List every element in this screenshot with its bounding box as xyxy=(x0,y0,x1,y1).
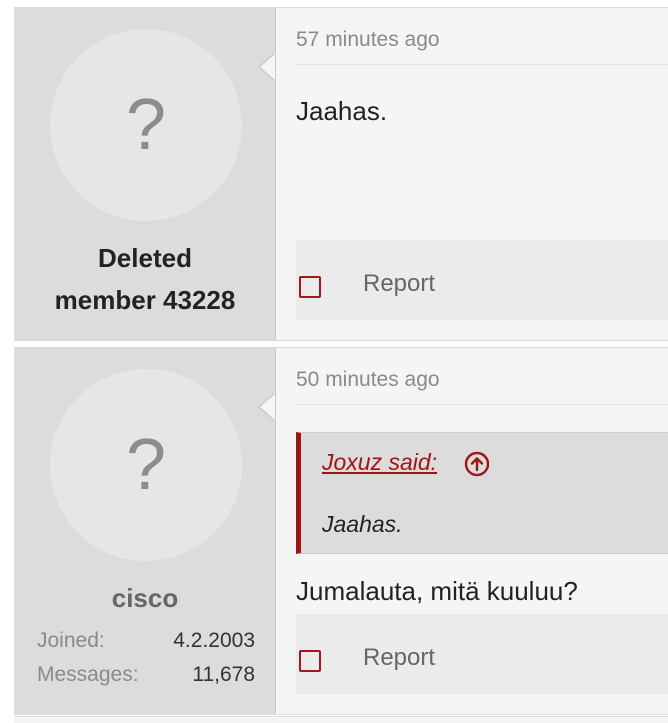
post-footer: Report xyxy=(296,240,668,320)
post-content: 50 minutes ago Joxuz said: Jaahas. Jumal… xyxy=(296,348,668,714)
message-post: ? Deleted member 43228 57 minutes ago Ja… xyxy=(14,7,668,341)
stat-value: 11,678 xyxy=(192,663,255,686)
user-info-panel: ? Deleted member 43228 xyxy=(15,8,276,340)
message-body: Jumalauta, mitä kuuluu? xyxy=(296,576,578,606)
post-date[interactable]: 57 minutes ago xyxy=(296,28,668,65)
quote-block: Joxuz said: Jaahas. xyxy=(296,432,668,554)
stat-joined: Joined: 4.2.2003 xyxy=(37,624,255,658)
select-post-checkbox[interactable] xyxy=(299,276,321,298)
avatar-placeholder-icon: ? xyxy=(125,425,167,505)
stat-messages: Messages: 11,678 xyxy=(37,658,255,692)
quote-text: Jaahas. xyxy=(322,511,403,537)
stat-label: Messages: xyxy=(37,663,139,686)
post-content: 57 minutes ago Jaahas. Report xyxy=(296,8,668,340)
report-link[interactable]: Report xyxy=(363,270,435,298)
post-footer: Report xyxy=(296,614,668,694)
username[interactable]: cisco xyxy=(15,577,275,619)
user-info-panel: ? cisco Joined: 4.2.2003 Messages: 11,67… xyxy=(15,348,276,714)
avatar[interactable]: ? xyxy=(50,369,242,561)
message-body: Jaahas. xyxy=(296,96,388,126)
stat-value: 4.2.2003 xyxy=(173,629,255,652)
report-link[interactable]: Report xyxy=(363,644,435,672)
stat-label: Joined: xyxy=(37,629,105,652)
arrow-up-circle-icon[interactable] xyxy=(464,451,490,477)
select-post-checkbox[interactable] xyxy=(299,650,321,672)
user-stats: Joined: 4.2.2003 Messages: 11,678 xyxy=(37,624,255,692)
username[interactable]: Deleted member 43228 xyxy=(15,237,275,321)
avatar[interactable]: ? xyxy=(50,29,242,221)
message-post: ? cisco Joined: 4.2.2003 Messages: 11,67… xyxy=(14,347,668,715)
post-date[interactable]: 50 minutes ago xyxy=(296,368,668,405)
quote-author-link[interactable]: Joxuz said: xyxy=(322,449,437,476)
username-line-2: member 43228 xyxy=(54,285,236,315)
avatar-placeholder-icon: ? xyxy=(125,85,167,165)
username-line-1: Deleted xyxy=(98,243,192,273)
